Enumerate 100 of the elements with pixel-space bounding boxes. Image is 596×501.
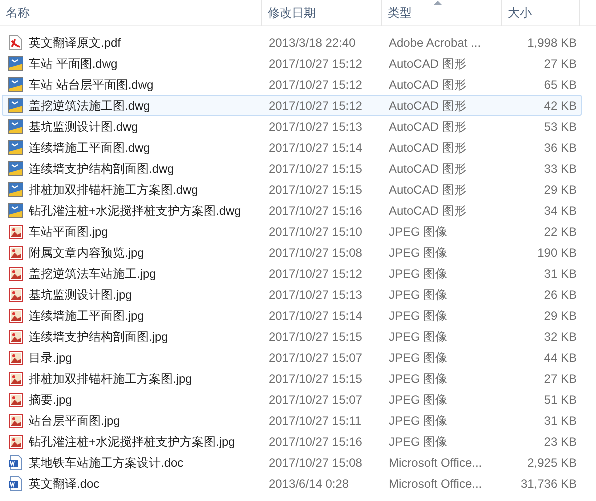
modified-date: 2017/10/27 15:08 — [268, 244, 364, 262]
file-row[interactable]: 盖挖逆筑法施工图.dwg 2017/10/27 15:12 AutoCAD 图形 42 KB — [2, 95, 582, 116]
file-type: AutoCAD 图形 — [388, 56, 468, 72]
file-name: 附属文章内容预览.jpg — [29, 244, 144, 262]
modified-date: 2017/10/27 15:12 — [268, 98, 364, 114]
file-row[interactable]: 排桩加双排锚杆施工方案图.jpg 2017/10/27 15:15 JPEG 图像 27 KB — [2, 368, 582, 389]
modified-date: 2017/10/27 15:13 — [268, 286, 364, 304]
file-size: 31 KB — [543, 412, 578, 430]
image-file-icon — [8, 412, 24, 428]
file-type: JPEG 图像 — [388, 350, 449, 366]
image-file-icon — [8, 244, 24, 260]
file-row[interactable]: 钻孔灌注桩+水泥搅拌桩支护方案图.dwg 2017/10/27 15:16 AutoCAD 图形 34 KB — [2, 200, 582, 221]
file-type: JPEG 图像 — [388, 224, 449, 240]
modified-date: 2017/10/27 15:12 — [268, 76, 364, 94]
file-name: 连续墙施工平面图.jpg — [29, 308, 144, 324]
file-size: 27 KB — [543, 56, 578, 72]
file-size: 53 KB — [543, 118, 578, 136]
word-file-icon — [8, 476, 24, 492]
column-header[interactable]: 名称 — [0, 0, 262, 26]
image-file-icon — [8, 224, 24, 240]
file-row[interactable]: 盖挖逆筑法车站施工.jpg 2017/10/27 15:12 JPEG 图像 31 KB — [2, 263, 582, 284]
file-name: 连续墙支护结构剖面图.dwg — [29, 160, 174, 178]
file-type: JPEG 图像 — [388, 308, 449, 324]
file-row[interactable]: 钻孔灌注桩+水泥搅拌桩支护方案图.jpg 2017/10/27 15:16 JPEG 图像 23 KB — [2, 431, 582, 452]
word-file-icon — [8, 454, 24, 470]
file-row[interactable]: 摘要.jpg 2017/10/27 15:07 JPEG 图像 51 KB — [2, 389, 582, 410]
file-type: AutoCAD 图形 — [388, 98, 468, 114]
file-type: JPEG 图像 — [388, 412, 449, 430]
file-row[interactable]: 连续墙支护结构剖面图.dwg 2017/10/27 15:15 AutoCAD 图形 33 KB — [2, 158, 582, 179]
image-file-icon — [8, 434, 24, 450]
file-name: 连续墙施工平面图.dwg — [29, 140, 150, 156]
file-row[interactable]: 连续墙施工平面图.dwg 2017/10/27 15:14 AutoCAD 图形 36 KB — [2, 137, 582, 158]
file-size: 44 KB — [543, 350, 578, 366]
modified-date: 2017/10/27 15:16 — [268, 434, 364, 450]
file-row[interactable]: 目录.jpg 2017/10/27 15:07 JPEG 图像 44 KB — [2, 347, 582, 368]
modified-date: 2017/10/27 15:15 — [268, 160, 364, 178]
file-name: 基坑监测设计图.dwg — [29, 118, 138, 136]
file-name: 英文翻译原文.pdf — [29, 34, 122, 52]
file-size: 26 KB — [543, 286, 578, 304]
file-type: JPEG 图像 — [388, 370, 449, 388]
file-size: 65 KB — [543, 76, 578, 94]
file-type: AutoCAD 图形 — [388, 118, 468, 136]
file-row[interactable]: 英文翻译原文.pdf 2013/3/18 22:40 Adobe Acrobat ... 1,998 KB — [2, 32, 582, 53]
file-size: 51 KB — [543, 392, 578, 408]
file-size: 32 KB — [543, 328, 578, 346]
file-size: 31,736 KB — [520, 476, 578, 492]
file-size: 29 KB — [543, 308, 578, 324]
file-name: 基坑监测设计图.jpg — [29, 286, 132, 304]
drawing-file-icon — [8, 76, 24, 92]
file-row[interactable]: 附属文章内容预览.jpg 2017/10/27 15:08 JPEG 图像 190 KB — [2, 242, 582, 263]
image-file-icon — [8, 308, 24, 324]
column-header[interactable]: 修改日期 — [262, 0, 382, 26]
column-header[interactable]: 大小 — [502, 0, 580, 26]
file-name: 连续墙支护结构剖面图.jpg — [29, 328, 168, 346]
file-row[interactable]: 基坑监测设计图.jpg 2017/10/27 15:13 JPEG 图像 26 KB — [2, 284, 582, 305]
drawing-file-icon — [8, 182, 24, 198]
modified-date: 2017/10/27 15:08 — [268, 454, 364, 472]
file-row[interactable]: 排桩加双排锚杆施工方案图.dwg 2017/10/27 15:15 AutoCAD 图形 29 KB — [2, 179, 582, 200]
file-name: 钻孔灌注桩+水泥搅拌桩支护方案图.jpg — [29, 434, 236, 450]
image-file-icon — [8, 286, 24, 302]
file-name: 摘要.jpg — [29, 392, 72, 408]
image-file-icon — [8, 392, 24, 408]
file-type: JPEG 图像 — [388, 392, 449, 408]
file-type: AutoCAD 图形 — [388, 202, 468, 220]
file-row[interactable]: 车站 站台层平面图.dwg 2017/10/27 15:12 AutoCAD 图形 65 KB — [2, 74, 582, 95]
file-name: 英文翻译.doc — [29, 476, 100, 492]
modified-date: 2013/6/14 0:28 — [268, 476, 350, 492]
image-file-icon — [8, 328, 24, 344]
file-row[interactable]: 基坑监测设计图.dwg 2017/10/27 15:13 AutoCAD 图形 53 KB — [2, 116, 582, 137]
image-file-icon — [8, 350, 24, 366]
drawing-file-icon — [8, 118, 24, 134]
file-size: 29 KB — [543, 182, 578, 198]
modified-date: 2017/10/27 15:07 — [268, 350, 364, 366]
modified-date: 2017/10/27 15:16 — [268, 202, 364, 220]
modified-date: 2017/10/27 15:07 — [268, 392, 364, 408]
modified-date: 2017/10/27 15:13 — [268, 118, 364, 136]
file-row[interactable]: 连续墙支护结构剖面图.jpg 2017/10/27 15:15 JPEG 图像 32 KB — [2, 326, 582, 347]
column-header[interactable]: 类型 — [382, 0, 502, 26]
modified-date: 2017/10/27 15:14 — [268, 308, 364, 324]
file-type: JPEG 图像 — [388, 328, 449, 346]
file-row[interactable]: 车站平面图.jpg 2017/10/27 15:10 JPEG 图像 22 KB — [2, 221, 582, 242]
file-row[interactable]: 连续墙施工平面图.jpg 2017/10/27 15:14 JPEG 图像 29 KB — [2, 305, 582, 326]
modified-date: 2017/10/27 15:15 — [268, 370, 364, 388]
file-name: 排桩加双排锚杆施工方案图.dwg — [29, 182, 198, 198]
file-name: 站台层平面图.jpg — [29, 412, 120, 430]
file-type: JPEG 图像 — [388, 434, 449, 450]
file-name: 盖挖逆筑法车站施工.jpg — [29, 266, 156, 282]
modified-date: 2017/10/27 15:10 — [268, 224, 364, 240]
file-row[interactable]: 站台层平面图.jpg 2017/10/27 15:11 JPEG 图像 31 KB — [2, 410, 582, 431]
file-size: 42 KB — [543, 98, 578, 114]
modified-date: 2017/10/27 15:11 — [268, 412, 363, 430]
file-row[interactable]: 车站 平面图.dwg 2017/10/27 15:12 AutoCAD 图形 27 KB — [2, 53, 582, 74]
file-name: 盖挖逆筑法施工图.dwg — [29, 98, 150, 114]
file-type: AutoCAD 图形 — [388, 76, 468, 94]
file-type: AutoCAD 图形 — [388, 140, 468, 156]
file-type: Microsoft Office... — [388, 454, 484, 472]
file-row[interactable]: 英文翻译.doc 2013/6/14 0:28 Microsoft Office... 31,736 KB — [2, 473, 582, 494]
file-row[interactable]: 某地铁车站施工方案设计.doc 2017/10/27 15:08 Microsoft Office... 2,925 KB — [2, 452, 582, 473]
file-size: 33 KB — [543, 160, 578, 178]
file-name: 钻孔灌注桩+水泥搅拌桩支护方案图.dwg — [29, 202, 242, 220]
